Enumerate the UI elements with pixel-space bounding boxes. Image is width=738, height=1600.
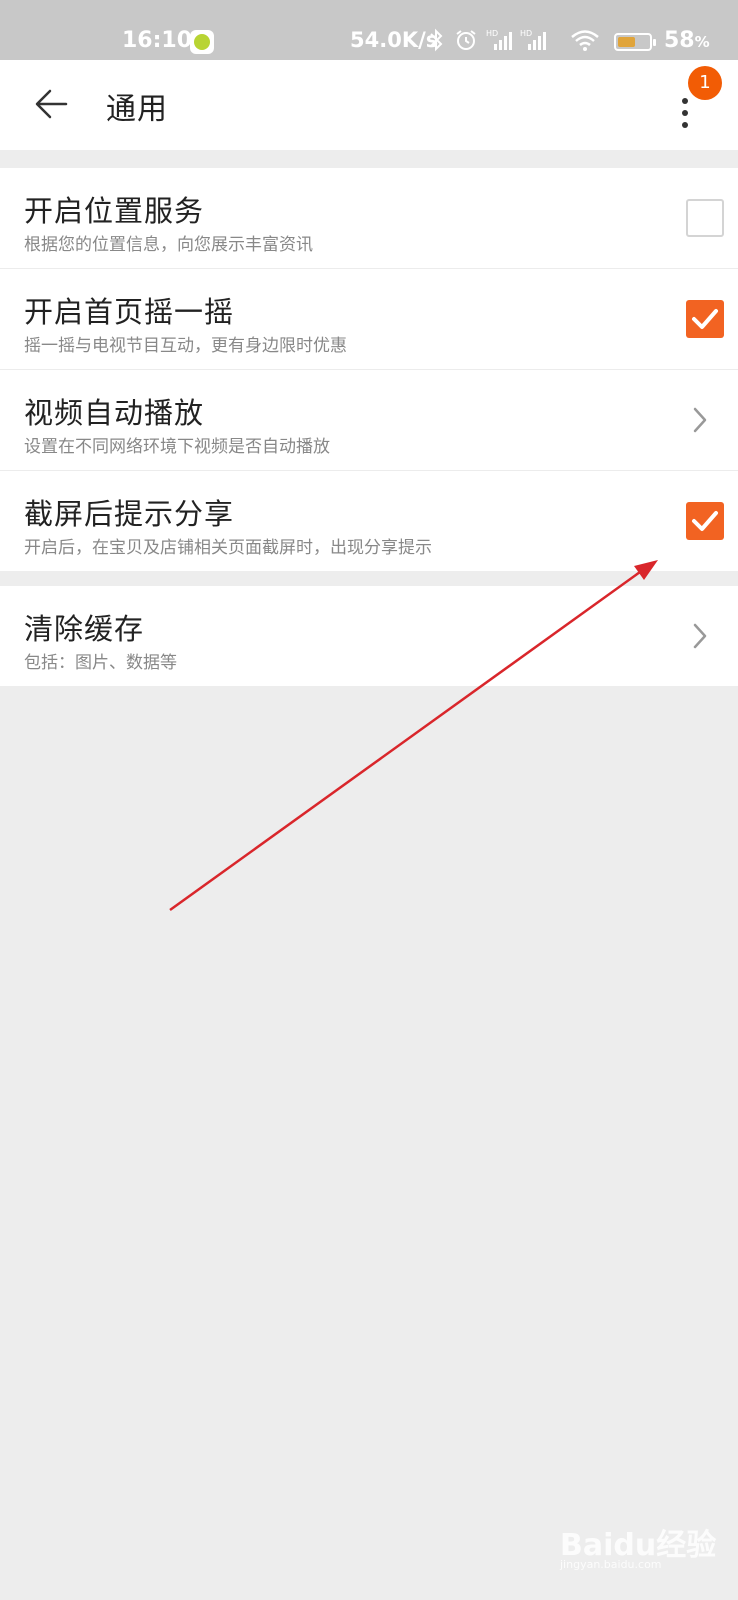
- signal-hd-icon: HD: [486, 28, 516, 57]
- location-checkbox[interactable]: [686, 199, 724, 237]
- setting-subtitle: 摇一摇与电视节目互动，更有身边限时优惠: [24, 336, 347, 356]
- signal-hd-icon: HD: [520, 28, 550, 57]
- page-title: 通用: [106, 92, 168, 127]
- setting-title: 开启首页摇一摇: [24, 295, 235, 329]
- shake-checkbox[interactable]: [686, 300, 724, 338]
- setting-subtitle: 根据您的位置信息，向您展示丰富资讯: [24, 235, 313, 255]
- setting-subtitle: 开启后，在宝贝及店铺相关页面截屏时，出现分享提示: [24, 538, 432, 558]
- svg-text:HD: HD: [486, 29, 498, 38]
- status-bar: 16:10 54.0K/s HD HD 58%: [0, 0, 738, 60]
- checkmark-icon: [692, 511, 718, 531]
- back-button[interactable]: [34, 86, 70, 122]
- setting-location-service[interactable]: 开启位置服务 根据您的位置信息，向您展示丰富资讯: [0, 168, 738, 269]
- network-speed: 54.0K/s: [350, 28, 439, 52]
- arrow-left-icon: [35, 89, 68, 119]
- chevron-right-icon: [693, 623, 707, 649]
- baidu-watermark-domain: jingyan.baidu.com: [560, 1558, 662, 1571]
- settings-group-storage: 清除缓存 包括：图片、数据等: [0, 586, 738, 686]
- app-icon: [190, 30, 214, 54]
- setting-title: 清除缓存: [24, 612, 145, 646]
- setting-subtitle: 包括：图片、数据等: [24, 653, 177, 673]
- status-time: 16:10: [122, 28, 193, 53]
- checkmark-icon: [692, 309, 718, 329]
- setting-title: 视频自动播放: [24, 396, 205, 430]
- setting-video-autoplay[interactable]: 视频自动播放 设置在不同网络环境下视频是否自动播放: [0, 370, 738, 471]
- setting-subtitle: 设置在不同网络环境下视频是否自动播放: [24, 437, 330, 457]
- screenshot-share-checkbox[interactable]: [686, 502, 724, 540]
- wifi-icon: [570, 28, 600, 57]
- setting-home-shake[interactable]: 开启首页摇一摇 摇一摇与电视节目互动，更有身边限时优惠: [0, 269, 738, 370]
- settings-group-general: 开启位置服务 根据您的位置信息，向您展示丰富资讯 开启首页摇一摇 摇一摇与电视节…: [0, 168, 738, 571]
- setting-title: 开启位置服务: [24, 194, 205, 228]
- svg-text:HD: HD: [520, 29, 532, 38]
- chevron-right-icon: [693, 407, 707, 433]
- alarm-icon: [454, 28, 478, 57]
- battery-level: [618, 37, 635, 47]
- setting-title: 截屏后提示分享: [24, 497, 235, 531]
- battery-icon: [614, 33, 656, 51]
- setting-clear-cache[interactable]: 清除缓存 包括：图片、数据等: [0, 586, 738, 686]
- notification-badge: 1: [688, 66, 722, 100]
- battery-percent: 58%: [664, 28, 710, 53]
- app-header: 通用: [0, 60, 738, 150]
- setting-screenshot-share[interactable]: 截屏后提示分享 开启后，在宝贝及店铺相关页面截屏时，出现分享提示: [0, 471, 738, 571]
- bluetooth-icon: [428, 28, 444, 57]
